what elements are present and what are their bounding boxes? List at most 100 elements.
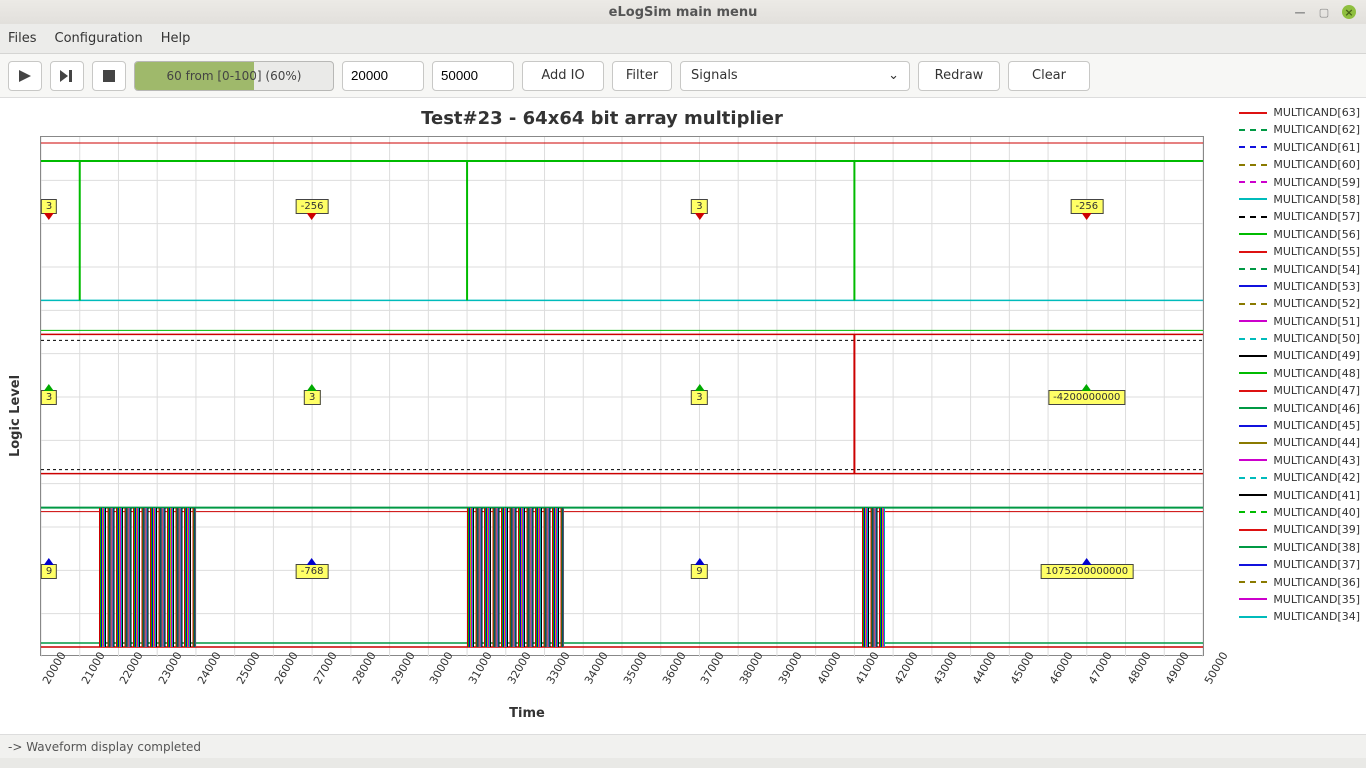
legend-item[interactable]: MULTICAND[43] [1208,454,1360,467]
progress-bar[interactable]: 60 from [0-100] (60%) [134,61,334,91]
legend-label: MULTICAND[58] [1273,193,1360,206]
legend-swatch [1239,320,1267,322]
legend-label: MULTICAND[51] [1273,315,1360,328]
legend-item[interactable]: MULTICAND[60] [1208,158,1360,171]
legend-item[interactable]: MULTICAND[38] [1208,541,1360,554]
legend-item[interactable]: MULTICAND[50] [1208,332,1360,345]
legend-swatch [1239,285,1267,287]
legend-swatch [1239,459,1267,461]
legend-item[interactable]: MULTICAND[44] [1208,436,1360,449]
add-io-button[interactable]: Add IO [522,61,604,91]
legend-item[interactable]: MULTICAND[37] [1208,558,1360,571]
legend-item[interactable]: MULTICAND[34] [1208,610,1360,623]
legend-label: MULTICAND[63] [1273,106,1360,119]
plot-frame[interactable]: 3-2563-256333-42000000009-76891075200000… [40,136,1204,656]
main-area: Test#23 - 64x64 bit array multiplier Log… [0,98,1366,734]
legend-label: MULTICAND[44] [1273,436,1360,449]
legend-label: MULTICAND[40] [1273,506,1360,519]
range-end-input[interactable] [432,61,514,91]
progress-text: 60 from [0-100] (60%) [167,69,302,83]
legend-item[interactable]: MULTICAND[49] [1208,349,1360,362]
legend-label: MULTICAND[50] [1273,332,1360,345]
legend-item[interactable]: MULTICAND[58] [1208,193,1360,206]
menu-configuration[interactable]: Configuration [55,31,143,46]
menubar: Files Configuration Help [0,24,1366,54]
legend-item[interactable]: MULTICAND[35] [1208,593,1360,606]
redraw-button[interactable]: Redraw [918,61,1000,91]
legend-label: MULTICAND[39] [1273,523,1360,536]
legend-swatch [1239,233,1267,235]
value-marker: -4200000000 [1048,390,1125,405]
legend-item[interactable]: MULTICAND[51] [1208,315,1360,328]
legend-item[interactable]: MULTICAND[46] [1208,402,1360,415]
legend-label: MULTICAND[35] [1273,593,1360,606]
legend-item[interactable]: MULTICAND[62] [1208,123,1360,136]
value-marker: -768 [296,564,329,579]
legend-swatch [1239,390,1267,392]
legend-label: MULTICAND[56] [1273,228,1360,241]
legend-swatch [1239,129,1267,131]
legend-item[interactable]: MULTICAND[57] [1208,210,1360,223]
legend-swatch [1239,268,1267,270]
value-marker: 3 [41,390,57,405]
value-marker: 9 [691,564,707,579]
step-button[interactable] [50,61,84,91]
legend-item[interactable]: MULTICAND[36] [1208,576,1360,589]
x-ticks: 2000021000220002300024000250002600027000… [40,658,1204,698]
legend-item[interactable]: MULTICAND[42] [1208,471,1360,484]
minimize-icon[interactable]: — [1294,6,1306,18]
chevron-down-icon: ⌄ [888,68,899,83]
legend-item[interactable]: MULTICAND[53] [1208,280,1360,293]
legend-item[interactable]: MULTICAND[41] [1208,489,1360,502]
legend-label: MULTICAND[34] [1273,610,1360,623]
legend-label: MULTICAND[41] [1273,489,1360,502]
legend-item[interactable]: MULTICAND[63] [1208,106,1360,119]
legend-label: MULTICAND[48] [1273,367,1360,380]
menu-files[interactable]: Files [8,31,37,46]
value-marker: 3 [304,390,320,405]
legend-label: MULTICAND[38] [1273,541,1360,554]
value-marker: -256 [1070,199,1103,214]
legend-label: MULTICAND[59] [1273,176,1360,189]
clear-button[interactable]: Clear [1008,61,1090,91]
legend-swatch [1239,442,1267,444]
toolbar: 60 from [0-100] (60%) Add IO Filter Sign… [0,54,1366,98]
legend-label: MULTICAND[60] [1273,158,1360,171]
dense-transitions [862,508,885,647]
legend-item[interactable]: MULTICAND[54] [1208,263,1360,276]
legend-label: MULTICAND[54] [1273,263,1360,276]
legend-swatch [1239,546,1267,548]
legend-item[interactable]: MULTICAND[59] [1208,176,1360,189]
legend-swatch [1239,598,1267,600]
legend-item[interactable]: MULTICAND[40] [1208,506,1360,519]
legend-item[interactable]: MULTICAND[55] [1208,245,1360,258]
window-titlebar: eLogSim main menu — ▢ × [0,0,1366,24]
legend-item[interactable]: MULTICAND[56] [1208,228,1360,241]
legend-item[interactable]: MULTICAND[52] [1208,297,1360,310]
signals-select[interactable]: Signals ⌄ [680,61,910,91]
legend-swatch [1239,564,1267,566]
filter-button[interactable]: Filter [612,61,672,91]
legend-swatch [1239,338,1267,340]
legend-item[interactable]: MULTICAND[61] [1208,141,1360,154]
legend-swatch [1239,477,1267,479]
legend-label: MULTICAND[49] [1273,349,1360,362]
play-button[interactable] [8,61,42,91]
menu-help[interactable]: Help [161,31,191,46]
legend-item[interactable]: MULTICAND[45] [1208,419,1360,432]
legend-swatch [1239,216,1267,218]
legend-label: MULTICAND[36] [1273,576,1360,589]
legend-item[interactable]: MULTICAND[48] [1208,367,1360,380]
plot-column: Test#23 - 64x64 bit array multiplier Log… [0,98,1204,734]
legend-swatch [1239,616,1267,618]
legend-label: MULTICAND[42] [1273,471,1360,484]
legend-item[interactable]: MULTICAND[47] [1208,384,1360,397]
legend-item[interactable]: MULTICAND[39] [1208,523,1360,536]
value-marker: 9 [41,564,57,579]
close-icon[interactable]: × [1342,5,1356,19]
stop-button[interactable] [92,61,126,91]
maximize-icon[interactable]: ▢ [1318,6,1330,18]
range-start-input[interactable] [342,61,424,91]
legend-swatch [1239,198,1267,200]
legend-label: MULTICAND[46] [1273,402,1360,415]
